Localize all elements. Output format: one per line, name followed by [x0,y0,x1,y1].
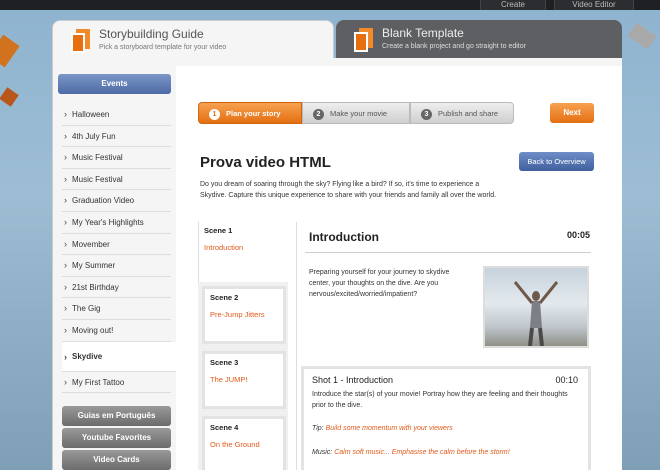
shot-description: Introduce the star(s) of your movie! Por… [312,391,568,409]
scene-name: Scene 2 [210,293,239,302]
category-events-button[interactable]: Events [58,74,171,94]
step-number: 1 [209,108,220,120]
section-duration: 00:05 [566,230,590,240]
section-description: Preparing yourself for your journey to s… [309,269,450,298]
back-to-overview-button[interactable]: Back to Overview [519,152,594,171]
scene-detail: Introduction 00:05 Preparing yourself fo… [296,222,598,470]
scene-name: Scene 1 [204,226,233,235]
divider [305,252,591,253]
scene-title: Pre-Jump Jitters [210,310,265,319]
shot-duration: 00:10 [555,375,578,385]
tip-text: Build some momentum with your viewers [325,425,453,432]
sidebar-item-21st-birthday[interactable]: 21st Birthday [62,277,171,299]
sidebar: Events Halloween 4th July Fun Music Fest… [56,70,181,470]
scene-card-4[interactable]: Scene 4 On the Ground [202,416,286,470]
template-list: Halloween 4th July Fun Music Festival Mu… [62,104,181,394]
step-number: 3 [421,108,432,120]
step-label: Plan your story [226,109,281,118]
sidebar-item-my-summer[interactable]: My Summer [62,255,171,277]
sidebar-item-moving-out[interactable]: Moving out! [62,320,171,342]
step-publish-share[interactable]: 3 Publish and share [410,102,514,124]
scene-card-2[interactable]: Scene 2 Pre-Jump Jitters [202,286,286,344]
main-content: 1 Plan your story 2 Make your movie 3 Publi… [176,66,622,470]
shot-title: Shot 1 - Introduction [312,375,394,385]
tab-title: Blank Template [382,26,464,40]
category-guias-button[interactable]: Guias em Português [62,406,171,426]
tab-subtitle: Pick a storyboard template for your vide… [99,44,227,51]
scene-title: On the Ground [210,440,260,449]
sidebar-item-music-festival-2[interactable]: Music Festival [62,169,171,191]
sidebar-item-halloween[interactable]: Halloween [62,104,171,126]
scene-title: The JUMP! [210,375,248,384]
step-progress: 1 Plan your story 2 Make your movie 3 Publi… [198,102,514,124]
step-label: Publish and share [438,109,499,118]
section-title: Introduction [309,230,379,244]
tip-label: Tip: [312,425,324,432]
music-text: Calm soft music... Emphasise the calm be… [334,449,510,456]
page-title: Prova video HTML [200,154,331,171]
sidebar-item-first-tattoo[interactable]: My First Tattoo [62,372,171,394]
scene-name: Scene 3 [210,358,239,367]
step-make-movie[interactable]: 2 Make your movie [302,102,410,124]
scene-photo [483,266,589,348]
intro-text: Do you dream of soaring through the sky?… [200,181,497,199]
category-youtube-button[interactable]: Youtube Favorites [62,428,171,448]
skydiver-image-icon [513,281,559,347]
step-number: 2 [313,108,324,120]
template-icon [71,29,90,53]
step-plan-story[interactable]: 1 Plan your story [198,102,302,124]
scene-card-1[interactable]: Scene 1 Introduction [198,222,290,282]
sidebar-item-movember[interactable]: Movember [62,234,171,256]
sidebar-item-skydive[interactable]: Skydive [62,341,181,372]
scene-card-3[interactable]: Scene 3 The JUMP! [202,351,286,409]
tab-title: Storybuilding Guide [99,27,204,41]
category-video-cards-button[interactable]: Video Cards [62,450,171,470]
tab-storybuilding-guide[interactable]: Storybuilding Guide Pick a storyboard te… [52,20,334,60]
music-label: Music: [312,449,333,456]
sidebar-item-graduation[interactable]: Graduation Video [62,190,171,212]
shot-tip: Tip: Build some momentum with your viewe… [312,425,453,432]
sidebar-item-the-gig[interactable]: The Gig [62,298,171,320]
scene-title: Introduction [204,243,244,252]
template-icon [354,28,373,52]
next-button[interactable]: Next [550,103,594,123]
sidebar-item-music-festival[interactable]: Music Festival [62,147,171,169]
step-label: Make your movie [330,109,388,118]
sidebar-item-4th-july[interactable]: 4th July Fun [62,126,171,148]
shot-card[interactable]: Shot 1 - Introduction 00:10 Introduce th… [301,366,591,470]
sidebar-item-year-highlights[interactable]: My Year's Highlights [62,212,171,234]
scene-list: Scene 1 Introduction Scene 2 Pre-Jump Ji… [198,222,290,470]
tab-subtitle: Create a blank project and go straight t… [382,43,526,50]
scene-name: Scene 4 [210,423,239,432]
tab-blank-template[interactable]: Blank Template Create a blank project an… [336,20,622,60]
shot-music: Music: Calm soft music... Emphasise the … [312,449,510,456]
